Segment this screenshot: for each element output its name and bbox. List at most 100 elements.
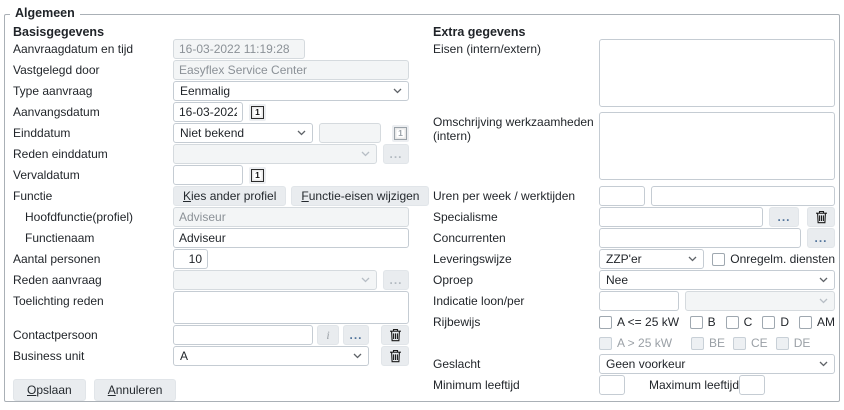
indicatie-loon-label: Indicatie loon/per [433, 294, 599, 308]
uren-input[interactable] [599, 186, 645, 206]
toelichting-row: Toelichting reden [13, 291, 409, 324]
type-aanvraag-row: Type aanvraag Eenmalig [13, 81, 409, 101]
eisen-textarea[interactable] [599, 39, 835, 107]
indicatie-loon-input[interactable] [599, 291, 679, 311]
minimum-leeftijd-input[interactable] [599, 375, 625, 395]
specialisme-row: Specialisme ... [433, 207, 835, 227]
leveringswijze-label: Leveringswijze [433, 252, 599, 266]
chevron-down-icon [819, 298, 828, 304]
contactpersoon-row: Contactpersoon i ... [13, 325, 409, 345]
business-unit-row: Business unit A [13, 346, 409, 366]
minimum-leeftijd-label: Minimum leeftijd [433, 378, 599, 392]
vervaldatum-row: Vervaldatum 1 [13, 165, 409, 185]
concurrenten-input[interactable] [599, 228, 801, 248]
maximum-leeftijd-input[interactable] [739, 375, 765, 395]
hoofdfunctie-input [173, 207, 409, 227]
rijbewijs-d-checkbox[interactable] [762, 316, 775, 329]
calendar-button-disabled: 1 [392, 125, 409, 142]
browse-contactpersoon-button[interactable]: ... [343, 325, 369, 345]
contactpersoon-label: Contactpersoon [13, 328, 173, 342]
rijbewijs-c-checkbox[interactable] [726, 316, 739, 329]
rijbewijs-a25-checkbox[interactable] [599, 316, 612, 329]
omschrijving-label: Omschrijving werkzaamheden (intern) [433, 112, 599, 143]
oproep-label: Oproep [433, 273, 599, 287]
browse-specialisme-button[interactable]: ... [769, 207, 799, 227]
ellipsis-icon: ... [814, 231, 827, 245]
basisgegevens-section: Basisgegevens Aanvraagdatum en tijd Vast… [13, 25, 409, 401]
rijbewijs-b-label: B [708, 315, 716, 329]
chevron-down-icon [361, 151, 370, 157]
leveringswijze-value: ZZP'er [606, 252, 684, 266]
rijbewijs-label: Rijbewijs [433, 315, 599, 329]
leeftijd-row: Minimum leeftijd Maximum leeftijd [433, 375, 835, 395]
opslaan-button[interactable]: Opslaan [13, 379, 86, 401]
concurrenten-label: Concurrenten [433, 231, 599, 245]
clear-contactpersoon-button[interactable] [381, 325, 409, 345]
einddatum-value: Niet bekend [180, 126, 293, 140]
toelichting-reden-textarea[interactable] [173, 291, 409, 324]
einddatum-select[interactable]: Niet bekend [173, 123, 313, 143]
chevron-down-icon [819, 361, 828, 367]
kies-ander-profiel-button[interactable]: Kies ander profiel [173, 186, 286, 206]
rijbewijs-am-label: AM [817, 315, 835, 329]
geslacht-select[interactable]: Geen voorkeur [599, 354, 835, 374]
opslaan-label: Opslaan [27, 383, 72, 397]
trash-icon [389, 349, 402, 363]
rijbewijs-b-checkbox[interactable] [690, 316, 703, 329]
aantal-personen-input[interactable] [173, 249, 208, 269]
reden-einddatum-select [173, 144, 377, 164]
rijbewijs-de-checkbox [776, 337, 789, 350]
annuleren-label: Annuleren [108, 383, 163, 397]
geslacht-value: Geen voorkeur [606, 357, 815, 371]
ellipsis-icon: ... [349, 328, 362, 342]
reden-aanvraag-label: Reden aanvraag [13, 273, 173, 287]
annuleren-button[interactable]: Annuleren [94, 379, 177, 401]
rijbewijs-row2: A > 25 kW BE CE DE [433, 333, 835, 353]
functienaam-input[interactable] [173, 228, 409, 248]
clear-specialisme-button[interactable] [807, 207, 835, 227]
form-actions: Opslaan Annuleren [13, 379, 409, 401]
vervaldatum-input[interactable] [173, 165, 243, 185]
groupbox-legend: Algemeen [10, 6, 80, 20]
calendar-button[interactable]: 1 [249, 167, 266, 184]
calendar-button[interactable]: 1 [249, 104, 266, 121]
contactpersoon-input[interactable] [173, 325, 313, 345]
toelichting-reden-label: Toelichting reden [13, 291, 173, 308]
chevron-down-icon [393, 88, 402, 94]
clear-business-unit-button[interactable] [381, 346, 409, 366]
geslacht-label: Geslacht [433, 357, 599, 371]
type-aanvraag-value: Eenmalig [180, 84, 389, 98]
onregelm-diensten-checkbox[interactable] [712, 253, 725, 266]
oproep-select[interactable]: Nee [599, 270, 835, 290]
reden-einddatum-label: Reden einddatum [13, 147, 173, 161]
vastgelegd-row: Vastgelegd door [13, 60, 409, 80]
aanvangsdatum-input[interactable] [173, 102, 243, 122]
browse-button-disabled: ... [383, 144, 409, 164]
reden-aanvraag-select [173, 270, 377, 290]
oproep-value: Nee [606, 273, 815, 287]
type-aanvraag-label: Type aanvraag [13, 84, 173, 98]
ellipsis-icon: ... [777, 210, 790, 224]
functie-eisen-wijzigen-button[interactable]: Functie-eisen wijzigen [291, 186, 429, 206]
business-unit-label: Business unit [13, 349, 173, 363]
business-unit-select[interactable]: A [173, 346, 369, 366]
rijbewijs-am-checkbox[interactable] [799, 316, 812, 329]
werktijden-input[interactable] [651, 186, 835, 206]
omschrijving-row: Omschrijving werkzaamheden (intern) [433, 112, 835, 180]
omschrijving-textarea[interactable] [599, 112, 835, 180]
functie-eisen-wijzigen-label: Functie-eisen wijzigen [301, 189, 419, 203]
rijbewijs-a25-label: A <= 25 kW [617, 315, 679, 329]
uren-per-week-row: Uren per week / werktijden [433, 186, 835, 206]
einddatum-row: Einddatum Niet bekend 1 [13, 123, 409, 143]
rijbewijs-ce-checkbox [733, 337, 746, 350]
type-aanvraag-select[interactable]: Eenmalig [173, 81, 409, 101]
extra-gegevens-section: Extra gegevens Eisen (intern/extern) Oms… [433, 25, 835, 396]
functie-label: Functie [13, 189, 173, 203]
calendar-icon: 1 [251, 106, 264, 119]
leveringswijze-select[interactable]: ZZP'er [599, 249, 704, 269]
aantal-personen-row: Aantal personen [13, 249, 409, 269]
specialisme-input[interactable] [599, 207, 763, 227]
browse-concurrenten-button[interactable]: ... [807, 228, 835, 248]
calendar-icon: 1 [251, 169, 264, 182]
browse-button-disabled: ... [383, 270, 409, 290]
